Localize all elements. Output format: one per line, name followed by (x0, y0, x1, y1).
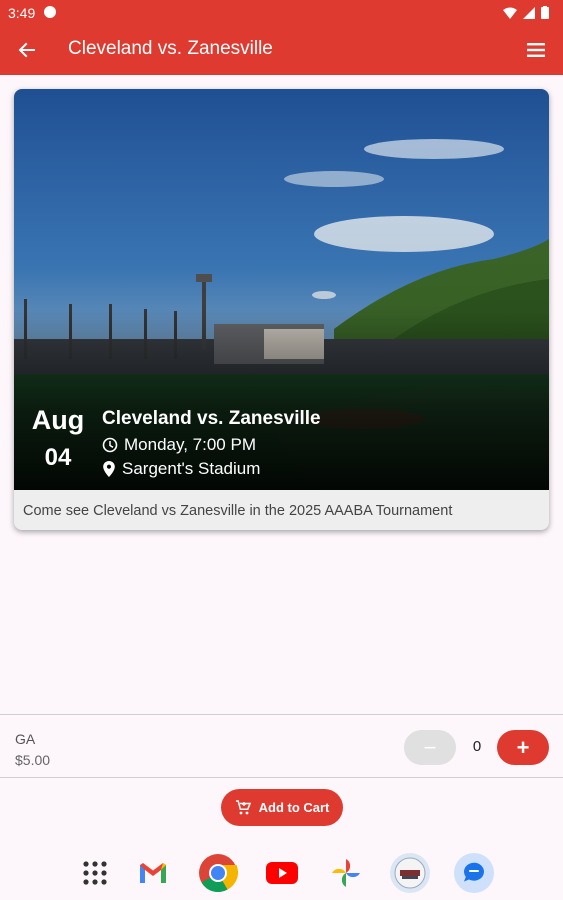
event-month: Aug (31, 405, 85, 435)
event-title: Cleveland vs. Zanesville (102, 408, 321, 429)
event-card[interactable]: Aug 04 Cleveland vs. Zanesville Monday, … (14, 89, 549, 530)
event-venue: Sargent's Stadium (122, 459, 261, 478)
event-time: Monday, 7:00 PM (124, 435, 256, 454)
status-icons (503, 6, 549, 19)
event-date: Aug 04 (26, 405, 90, 472)
divider-bottom (0, 777, 563, 778)
signal-icon (523, 6, 535, 19)
chrome-icon[interactable] (196, 851, 240, 895)
back-button[interactable] (10, 34, 44, 66)
cart-add-icon (235, 799, 251, 814)
event-description: Come see Cleveland vs Zanesville in the … (23, 503, 453, 519)
add-to-cart-button[interactable]: Add to Cart (221, 789, 343, 826)
quantity-value: 0 (472, 738, 482, 755)
page-title: Cleveland vs. Zanesville (68, 38, 273, 59)
ticket-type: GA (15, 731, 36, 747)
decrease-quantity-button[interactable]: − (404, 730, 456, 765)
status-bar: 3:49 (0, 0, 563, 26)
team-app-icon[interactable] (388, 851, 432, 895)
gmail-icon[interactable] (131, 851, 175, 895)
battery-icon (541, 6, 549, 19)
app-bar: Cleveland vs. Zanesville (0, 26, 563, 75)
clock-icon (102, 437, 118, 453)
wifi-icon (503, 7, 517, 19)
event-time-row: Monday, 7:00 PM (102, 435, 256, 455)
app-drawer-icon[interactable] (73, 851, 117, 895)
divider-top (0, 714, 563, 715)
location-pin-icon (103, 461, 115, 477)
event-day: 04 (44, 444, 72, 471)
status-time: 3:49 (8, 5, 36, 21)
notification-icon (44, 6, 56, 18)
ticket-price: $5.00 (15, 752, 51, 768)
add-to-cart-label: Add to Cart (258, 800, 330, 815)
arrow-back-icon (18, 42, 35, 58)
hamburger-menu-icon (527, 43, 545, 57)
app-dock (0, 848, 563, 898)
photos-icon[interactable] (324, 851, 368, 895)
youtube-icon[interactable] (260, 851, 304, 895)
increase-quantity-button[interactable]: + (497, 730, 549, 765)
menu-button[interactable] (519, 34, 553, 66)
messages-icon[interactable] (452, 851, 496, 895)
event-venue-row: Sargent's Stadium (102, 459, 260, 479)
